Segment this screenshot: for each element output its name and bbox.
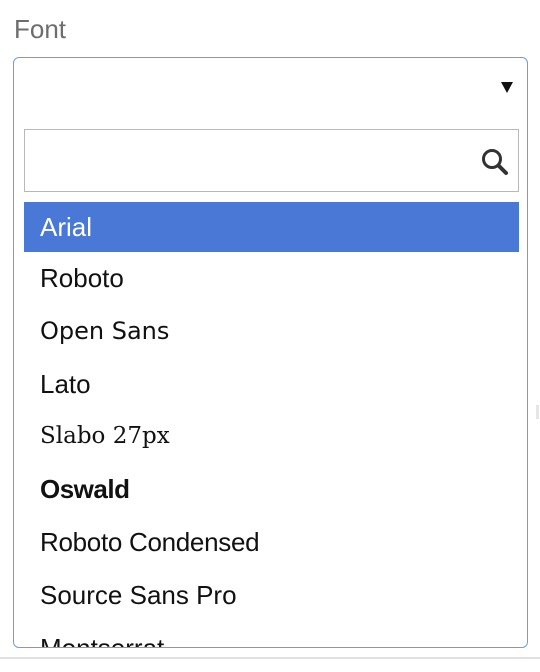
search-input[interactable] — [26, 131, 466, 190]
font-option-lato[interactable]: Lato — [24, 358, 519, 411]
font-option-roboto[interactable]: Roboto — [24, 252, 519, 305]
search-icon[interactable] — [480, 147, 510, 177]
font-option-arial[interactable]: Arial — [24, 202, 519, 252]
font-field-label: Font — [14, 14, 67, 44]
font-option-montserrat[interactable]: Montserrat — [24, 622, 519, 647]
font-option-oswald[interactable]: Oswald — [24, 463, 519, 516]
font-option-open-sans[interactable]: Open Sans — [24, 305, 519, 358]
font-select-dropdown[interactable]: Arial Roboto Open Sans Lato Slabo 27px O… — [13, 57, 528, 648]
background-edge — [536, 405, 539, 419]
dropdown-arrow-icon[interactable] — [501, 82, 513, 93]
font-option-roboto-condensed[interactable]: Roboto Condensed — [24, 516, 519, 569]
font-option-slabo[interactable]: Slabo 27px — [24, 410, 519, 463]
font-option-source-sans-pro[interactable]: Source Sans Pro — [24, 569, 519, 622]
page-divider — [0, 657, 540, 659]
font-options-list: Arial Roboto Open Sans Lato Slabo 27px O… — [24, 202, 519, 647]
search-box[interactable] — [24, 129, 519, 192]
